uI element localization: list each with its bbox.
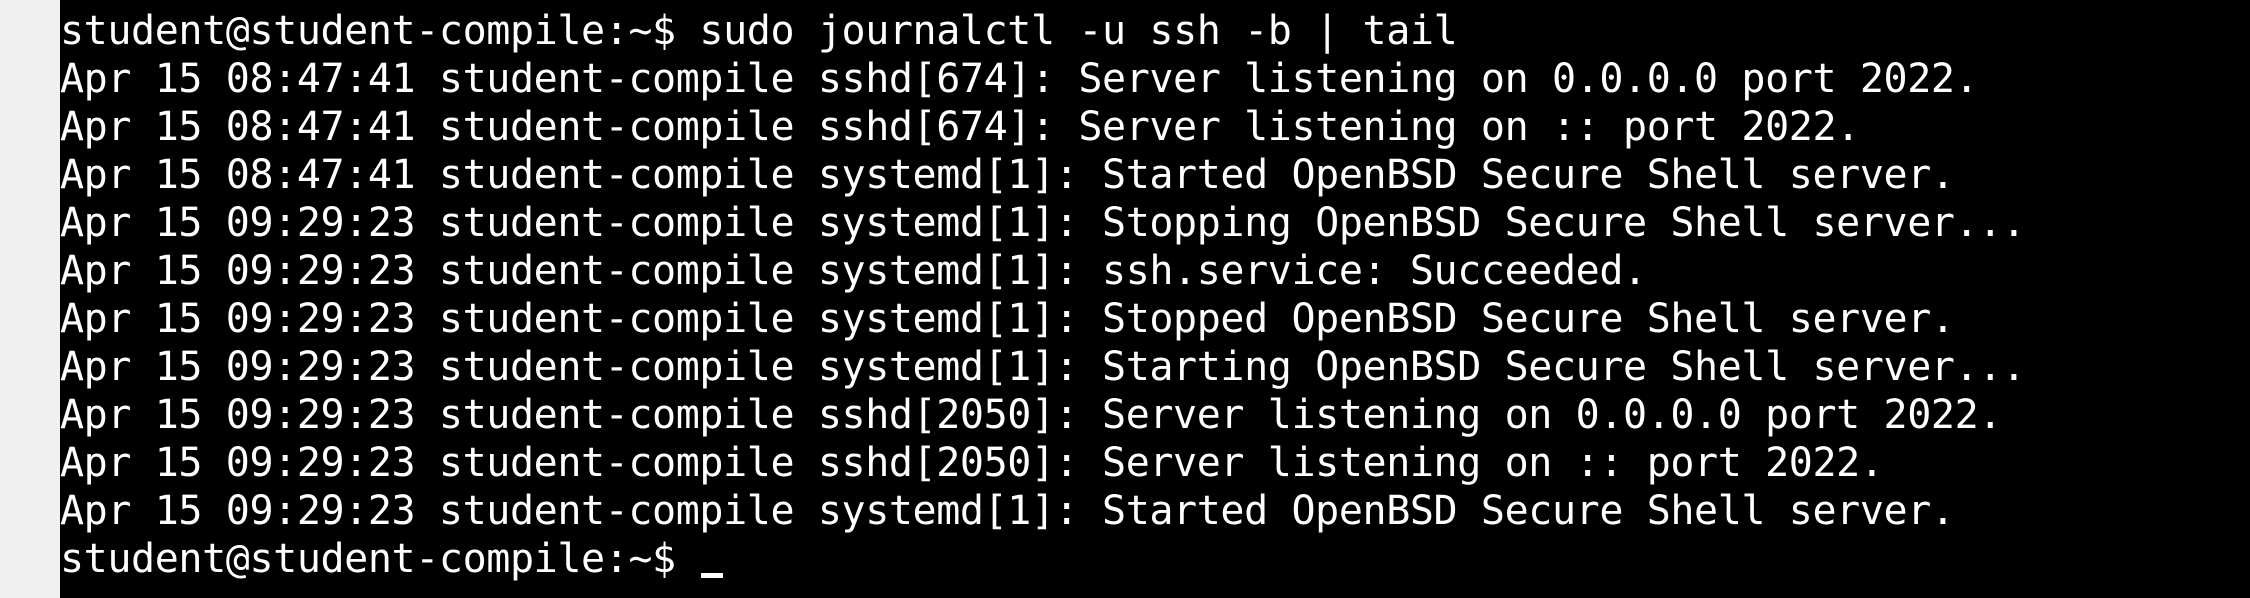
log-line: Apr 15 09:29:23 student-compile systemd[… <box>60 344 2026 390</box>
window-margin: student@student-compile:~$ sudo journalc… <box>0 0 2250 598</box>
log-line: Apr 15 08:47:41 student-compile systemd[… <box>60 152 1955 198</box>
prompt: student@student-compile:~$ <box>60 536 700 582</box>
log-line: Apr 15 08:47:41 student-compile sshd[674… <box>60 104 1860 150</box>
log-line: Apr 15 09:29:23 student-compile sshd[205… <box>60 440 1884 486</box>
prompt: student@student-compile:~$ <box>60 8 700 54</box>
log-line: Apr 15 09:29:23 student-compile systemd[… <box>60 296 1955 342</box>
log-line: Apr 15 09:29:23 student-compile systemd[… <box>60 488 1955 534</box>
log-line: Apr 15 09:29:23 student-compile sshd[205… <box>60 392 2002 438</box>
terminal-screen: student@student-compile:~$ sudo journalc… <box>60 7 2250 583</box>
current-prompt-line[interactable]: student@student-compile:~$ <box>60 535 2250 583</box>
log-line: Apr 15 08:47:41 student-compile sshd[674… <box>60 56 1979 102</box>
text-cursor[interactable] <box>701 573 724 578</box>
log-line: Apr 15 09:29:23 student-compile systemd[… <box>60 248 1647 294</box>
command-line: student@student-compile:~$ sudo journalc… <box>60 7 2250 55</box>
log-line: Apr 15 09:29:23 student-compile systemd[… <box>60 200 2026 246</box>
terminal-window[interactable]: student@student-compile:~$ sudo journalc… <box>60 0 2250 598</box>
command-text: sudo journalctl -u ssh -b | tail <box>699 8 1458 54</box>
